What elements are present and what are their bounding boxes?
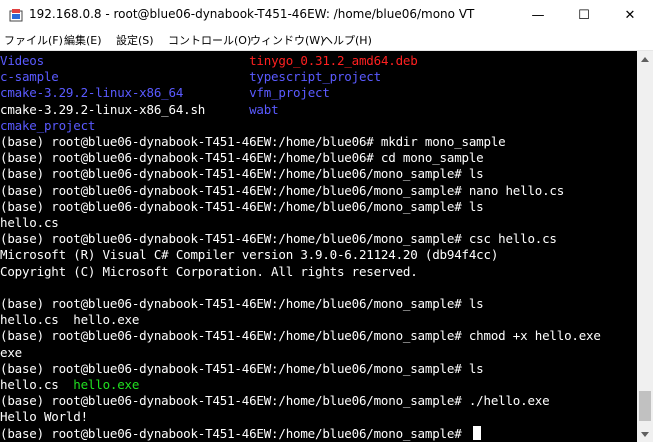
terminal-line: Videos tinygo_0.31.2_amd64.deb <box>0 53 418 69</box>
terminal-text: Hello World! <box>0 409 88 425</box>
minimize-icon: — <box>531 7 545 23</box>
terminal-text: cmake_project <box>0 117 96 133</box>
maximize-icon: ☐ <box>578 7 590 23</box>
title-bar[interactable]: 192.168.0.8 - root@blue06-dynabook-T451-… <box>0 0 653 30</box>
terminal-text: (base) root@blue06-dynabook-T451-46EW:/h… <box>0 166 484 182</box>
terminal-text: (base) root@blue06-dynabook-T451-46EW:/h… <box>0 182 565 198</box>
terminal-text: (base) root@blue06-dynabook-T451-46EW:/h… <box>0 198 484 214</box>
terminal-line: (base) root@blue06-dynabook-T451-46EW:/h… <box>0 134 506 150</box>
terminal-text: hello.cs hello.exe <box>0 312 140 328</box>
menu-settings[interactable]: 設定(S) <box>116 32 154 48</box>
terminal-text: Videos <box>0 53 44 68</box>
terminal-line: (base) root@blue06-dynabook-T451-46EW:/h… <box>0 183 564 199</box>
terminal-line: hello.cs hello.exe <box>0 312 139 328</box>
terminal-cursor <box>472 425 481 440</box>
terminal-text: c-sample <box>0 69 59 85</box>
terminal-line: (base) root@blue06-dynabook-T451-46EW:/h… <box>0 328 601 344</box>
scroll-up-icon[interactable] <box>637 51 653 67</box>
terminal-line: cmake-3.29.2-linux-x86_64.sh wabt <box>0 101 279 118</box>
terminal-line: (base) root@blue06-dynabook-T451-46EW:/h… <box>0 296 484 312</box>
terminal-line: (base) root@blue06-dynabook-T451-46EW:/h… <box>0 166 484 182</box>
terminal-line: cmake-3.29.2-linux-x86_64 vfm_project <box>0 85 330 101</box>
terminal-line: Hello World! <box>0 409 88 425</box>
terminal-text: (base) root@blue06-dynabook-T451-46EW:/h… <box>0 296 484 311</box>
terminal-line: (base) root@blue06-dynabook-T451-46EW:/h… <box>0 425 481 442</box>
terminal-text: Microsoft (R) Visual C# Compiler version… <box>0 247 499 263</box>
teraterm-icon <box>9 9 23 22</box>
terminal-line: hello.cs <box>0 215 59 231</box>
terminal-line: exe <box>0 345 22 361</box>
maximize-button[interactable]: ☐ <box>561 0 607 30</box>
terminal-line: (base) root@blue06-dynabook-T451-46EW:/h… <box>0 361 484 377</box>
scroll-down-icon[interactable] <box>637 426 653 442</box>
terminal-text: (base) root@blue06-dynabook-T451-46EW:/h… <box>0 134 506 149</box>
close-button[interactable]: ✕ <box>607 0 653 30</box>
menu-bar: ファイル(F) 編集(E) 設定(S) コントロール(O) ウィンドウ(W) ヘ… <box>0 30 653 51</box>
terminal-line: cmake_project <box>0 118 95 134</box>
terminal-text: hello.cs <box>0 215 59 230</box>
minimize-button[interactable]: — <box>515 0 561 30</box>
terminal-text: hello.cs <box>0 377 74 392</box>
terminal-line: (base) root@blue06-dynabook-T451-46EW:/h… <box>0 199 484 215</box>
terminal-text: (base) root@blue06-dynabook-T451-46EW:/h… <box>0 150 484 166</box>
terminal-text: Copyright (C) Microsoft Corporation. All… <box>0 263 418 279</box>
terminal-text: (base) root@blue06-dynabook-T451-46EW:/h… <box>0 393 550 409</box>
menu-help[interactable]: ヘルプ(H) <box>322 32 372 48</box>
terminal-line: (base) root@blue06-dynabook-T451-46EW:/h… <box>0 150 484 166</box>
terminal-line: Microsoft (R) Visual C# Compiler version… <box>0 247 498 263</box>
terminal-text: exe <box>0 344 22 360</box>
menu-control[interactable]: コントロール(O) <box>168 32 251 48</box>
terminal-text: (base) root@blue06-dynabook-T451-46EW:/h… <box>0 425 469 441</box>
window-title: 192.168.0.8 - root@blue06-dynabook-T451-… <box>29 7 475 21</box>
menu-window[interactable]: ウィンドウ(W) <box>250 32 324 48</box>
terminal-line: (base) root@blue06-dynabook-T451-46EW:/h… <box>0 231 557 247</box>
menu-edit[interactable]: 編集(E) <box>64 32 102 48</box>
terminal-text: hello.exe <box>73 377 140 392</box>
terminal-text: (base) root@blue06-dynabook-T451-46EW:/h… <box>0 231 557 247</box>
terminal-text: (base) root@blue06-dynabook-T451-46EW:/h… <box>0 328 601 344</box>
scrollbar-thumb[interactable] <box>639 391 651 421</box>
terminal-line: hello.cs hello.exe <box>0 377 139 393</box>
close-icon: ✕ <box>624 7 636 23</box>
menu-file[interactable]: ファイル(F) <box>4 32 63 48</box>
terminal-text: typescript_project <box>249 69 381 85</box>
terminal-text: vfm_project <box>249 85 330 101</box>
terminal-text: wabt <box>249 101 279 117</box>
terminal-text: tinygo_0.31.2_amd64.deb <box>249 53 418 68</box>
terminal-line: c-sample typescript_project <box>0 69 381 85</box>
vertical-scrollbar[interactable] <box>637 51 653 442</box>
terminal-text: (base) root@blue06-dynabook-T451-46EW:/h… <box>0 360 484 376</box>
terminal-text: cmake-3.29.2-linux-x86_64 <box>0 85 184 101</box>
terminal-line: Copyright (C) Microsoft Corporation. All… <box>0 264 418 280</box>
terminal-line: (base) root@blue06-dynabook-T451-46EW:/h… <box>0 393 550 409</box>
terminal-text: cmake-3.29.2-linux-x86_64.sh <box>0 101 206 117</box>
terminal-screen[interactable]: Videos tinygo_0.31.2_amd64.deb c-sample t… <box>0 51 637 442</box>
